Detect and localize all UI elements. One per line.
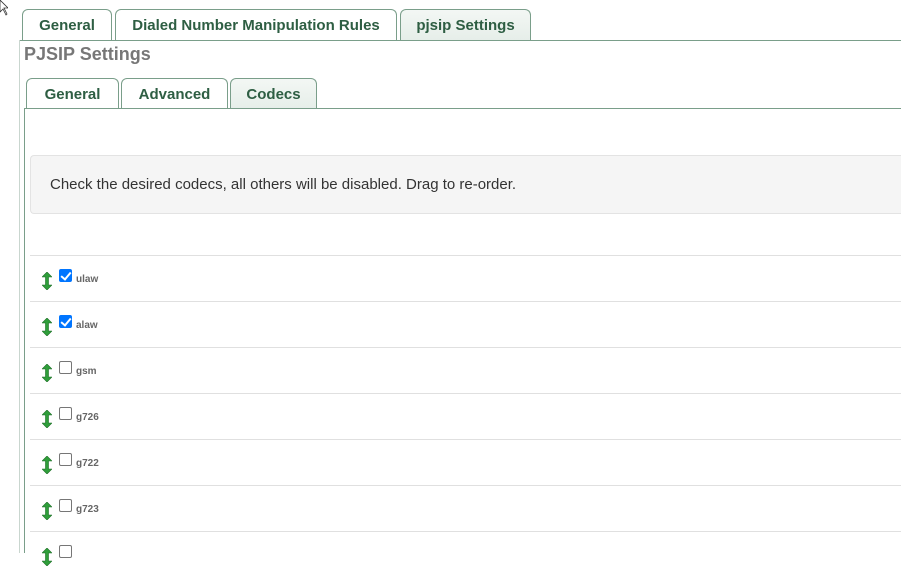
codec-help-text: Check the desired codecs, all others wil… xyxy=(50,176,517,193)
inner-tab-bar: General Advanced Codecs xyxy=(26,78,319,109)
codec-help-box: Check the desired codecs, all others wil… xyxy=(30,155,901,214)
tab-dialed-number-manipulation-rules[interactable]: Dialed Number Manipulation Rules xyxy=(115,9,397,40)
inner-tab-divider xyxy=(24,108,901,109)
codec-row[interactable]: ulaw xyxy=(30,255,901,301)
codec-checkbox[interactable] xyxy=(59,453,72,466)
codec-checkbox[interactable] xyxy=(59,269,72,282)
page-title: PJSIP Settings xyxy=(24,44,151,64)
up-down-arrow-icon[interactable] xyxy=(41,409,53,429)
tab-general-inner[interactable]: General xyxy=(26,78,119,109)
up-down-arrow-icon[interactable] xyxy=(41,271,53,291)
codec-row[interactable] xyxy=(30,531,901,577)
codec-checkbox[interactable] xyxy=(59,315,72,328)
codec-checkbox[interactable] xyxy=(59,407,72,420)
inner-panel-border xyxy=(24,108,25,553)
top-tab-bar: General Dialed Number Manipulation Rules… xyxy=(22,9,534,40)
tab-bar-divider xyxy=(19,40,901,41)
codec-label: ulaw xyxy=(76,274,99,285)
up-down-arrow-icon[interactable] xyxy=(41,317,53,337)
codec-label: g726 xyxy=(76,412,99,423)
codec-label: g723 xyxy=(76,504,99,515)
codec-row[interactable]: g723 xyxy=(30,485,901,531)
tab-general[interactable]: General xyxy=(22,9,112,40)
tab-codecs[interactable]: Codecs xyxy=(230,78,317,109)
codec-list: ulaw alaw gsm g726 g722 g723 xyxy=(30,255,901,577)
codec-row[interactable]: alaw xyxy=(30,301,901,347)
codec-checkbox[interactable] xyxy=(59,499,72,512)
up-down-arrow-icon[interactable] xyxy=(41,501,53,521)
tab-pjsip-settings[interactable]: pjsip Settings xyxy=(400,9,531,40)
codec-row[interactable]: gsm xyxy=(30,347,901,393)
codec-row[interactable]: g722 xyxy=(30,439,901,485)
panel-border xyxy=(19,40,20,553)
up-down-arrow-icon[interactable] xyxy=(41,455,53,475)
codec-label: gsm xyxy=(76,366,97,377)
codec-label: g722 xyxy=(76,458,99,469)
mouse-pointer-icon xyxy=(0,0,8,16)
codec-checkbox[interactable] xyxy=(59,361,72,374)
up-down-arrow-icon[interactable] xyxy=(41,363,53,383)
codec-label: alaw xyxy=(76,320,98,331)
up-down-arrow-icon[interactable] xyxy=(41,547,53,567)
tab-advanced[interactable]: Advanced xyxy=(121,78,228,109)
codec-row[interactable]: g726 xyxy=(30,393,901,439)
codec-checkbox[interactable] xyxy=(59,545,72,558)
